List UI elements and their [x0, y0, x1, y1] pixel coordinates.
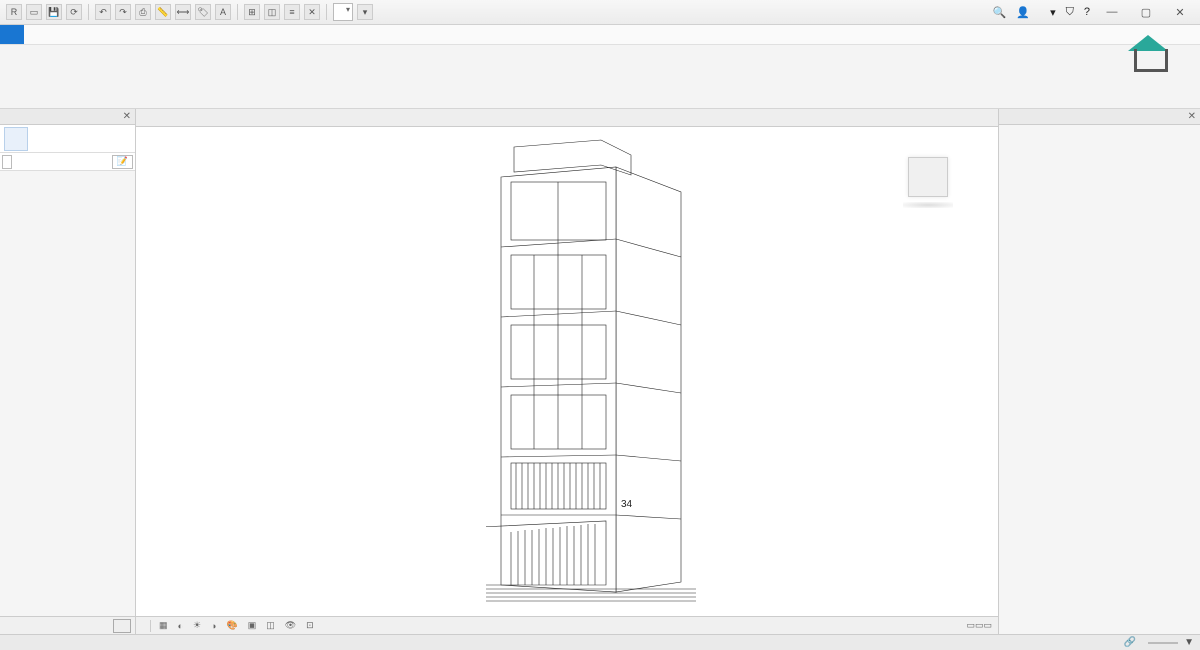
- text-icon[interactable]: A: [215, 4, 231, 20]
- brand-logo: [1110, 24, 1186, 80]
- apps-icon[interactable]: ▾: [1050, 6, 1056, 19]
- redo-icon[interactable]: ↷: [115, 4, 131, 20]
- ribbon-tabs: [0, 25, 1200, 45]
- viewport-canvas[interactable]: 34: [136, 127, 998, 616]
- filter-icon[interactable]: ▼: [1184, 637, 1194, 648]
- quick-access-toolbar: R ▭ 💾 ⟳ ↶ ↷ ⎙ 📏 ⟷ 🏷 A ⊞ ◫ ≡ ✕ ▾: [0, 3, 379, 21]
- model-select[interactable]: [1148, 642, 1178, 644]
- revit-logo-icon[interactable]: R: [6, 4, 22, 20]
- dims-icon[interactable]: ⟷: [175, 4, 191, 20]
- viewcube[interactable]: [908, 157, 948, 197]
- help-icon[interactable]: ?: [1084, 6, 1090, 18]
- close-icon[interactable]: ✕: [1188, 111, 1196, 122]
- close-hidden-icon[interactable]: ✕: [304, 4, 320, 20]
- title-bar: R ▭ 💾 ⟳ ↶ ↷ ⎙ 📏 ⟷ 🏷 A ⊞ ◫ ≡ ✕ ▾ 🔍 👤 ▾ ⛉ …: [0, 0, 1200, 25]
- browser-header: ✕: [999, 109, 1200, 125]
- user-icon[interactable]: 👤: [1016, 6, 1030, 19]
- document-tabs: [136, 109, 998, 127]
- reveal-icon[interactable]: ⊡: [304, 620, 316, 631]
- close-icon[interactable]: ✕: [123, 111, 131, 122]
- save-icon[interactable]: 💾: [46, 4, 62, 20]
- minimize-button[interactable]: —: [1100, 3, 1124, 21]
- search-icon[interactable]: 🔍: [993, 6, 1007, 19]
- favorites-icon[interactable]: ⛉: [1066, 6, 1074, 19]
- worksets-icon[interactable]: 🔗: [1124, 637, 1136, 648]
- thinlines-icon[interactable]: ≡: [284, 4, 300, 20]
- status-bar: 🔗 ▼: [0, 634, 1200, 650]
- sync-icon[interactable]: ⟳: [66, 4, 82, 20]
- ribbon-panel: [0, 45, 1200, 109]
- section-icon[interactable]: ◫: [264, 4, 280, 20]
- tag-icon[interactable]: 🏷: [195, 4, 211, 20]
- visual-style-icon[interactable]: ◐: [176, 621, 185, 631]
- render-icon[interactable]: 🎨: [224, 620, 239, 631]
- project-browser: ✕: [998, 109, 1200, 634]
- detail-icon[interactable]: ▦: [157, 620, 170, 631]
- view-control-bar: ▦ ◐ ☀ ◑ 🎨 ▣ ◫ 👁 ⊡ ▭▭▭: [136, 616, 998, 634]
- file-menu[interactable]: [0, 25, 24, 44]
- undo-icon[interactable]: ↶: [95, 4, 111, 20]
- view-icon[interactable]: ⊞: [244, 4, 260, 20]
- apply-button[interactable]: [113, 619, 131, 633]
- svg-text:34: 34: [621, 499, 633, 510]
- maximize-button[interactable]: ▢: [1134, 3, 1158, 21]
- progress-icon: ▭▭▭: [964, 620, 994, 631]
- sun-icon[interactable]: ☀: [191, 620, 203, 631]
- shadow-icon[interactable]: ◑: [209, 621, 218, 631]
- edit-type-button[interactable]: 📝: [112, 155, 133, 169]
- view-switcher-dropdown[interactable]: [333, 3, 353, 21]
- type-selector-dropdown[interactable]: [2, 155, 12, 169]
- print-icon[interactable]: ⎙: [135, 4, 151, 20]
- crop-icon[interactable]: ▣: [246, 620, 259, 631]
- measure-icon[interactable]: 📏: [155, 4, 171, 20]
- properties-palette: ✕ 📝: [0, 109, 136, 634]
- view-type-icon: [4, 127, 28, 151]
- open-icon[interactable]: ▭: [26, 4, 42, 20]
- crop-region-icon[interactable]: ◫: [264, 620, 277, 631]
- properties-header: ✕: [0, 109, 135, 125]
- building-model: 34: [486, 137, 696, 609]
- close-button[interactable]: ✕: [1168, 3, 1192, 21]
- dropdown-icon[interactable]: ▾: [357, 4, 373, 20]
- hide-icon[interactable]: 👁: [283, 620, 298, 631]
